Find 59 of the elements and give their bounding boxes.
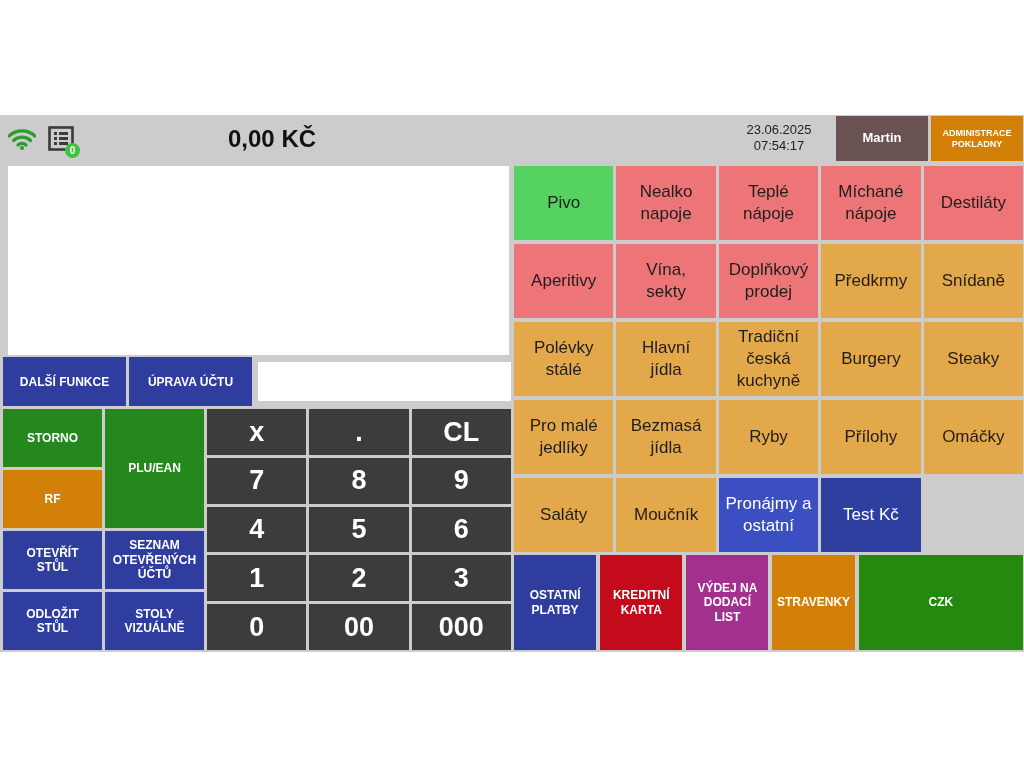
keypad-key[interactable]: . <box>309 409 409 455</box>
list-icon[interactable] <box>48 126 74 152</box>
category-button[interactable]: Míchané nápoje <box>821 166 921 240</box>
payment-button[interactable]: VÝDEJ NA DODACÍ LIST <box>686 555 769 650</box>
category-button[interactable]: Omáčky <box>923 400 1023 474</box>
keypad-key[interactable]: 3 <box>411 555 511 602</box>
date-text: 23.06.2025 <box>745 122 813 138</box>
category-button[interactable]: Vína, sekty <box>616 244 716 318</box>
category-button[interactable]: Tradiční česká kuchyně <box>718 322 819 396</box>
category-button[interactable]: Přílohy <box>821 400 921 474</box>
payment-button[interactable]: OSTATNÍ PLATBY <box>514 555 597 650</box>
category-button[interactable]: Teplé nápoje <box>718 166 819 240</box>
user-button[interactable]: Martin <box>836 116 928 161</box>
category-button[interactable]: Aperitivy <box>514 244 614 318</box>
category-button[interactable]: Hlavní jídla <box>616 322 716 396</box>
category-button[interactable]: Destiláty <box>923 166 1023 240</box>
category-button[interactable]: Saláty <box>514 478 614 552</box>
category-button[interactable]: Steaky <box>923 322 1023 396</box>
category-button[interactable]: Burgery <box>821 322 921 396</box>
function-button[interactable]: ÚPRAVA ÚČTU <box>129 357 252 406</box>
category-button[interactable]: Pro malé jedlíky <box>514 400 614 474</box>
action-button[interactable]: STORNO <box>3 409 102 467</box>
category-button[interactable]: Pronájmy a ostatní <box>718 478 819 552</box>
total-amount: 0,00 KČ <box>228 124 317 154</box>
action-button[interactable]: OTEVŘÍT STŮL <box>3 531 102 589</box>
payment-button[interactable]: KREDITNÍ KARTA <box>600 555 683 650</box>
category-button[interactable]: Moučník <box>616 478 716 552</box>
keypad-key[interactable]: x <box>207 409 307 455</box>
action-button[interactable]: STOLY VIZUÁLNĚ <box>105 592 204 650</box>
keypad-key[interactable]: 8 <box>309 457 409 504</box>
category-button[interactable]: Předkrmy <box>821 244 921 318</box>
keypad-key[interactable]: 4 <box>207 506 307 553</box>
keypad-key[interactable]: 6 <box>411 506 511 553</box>
category-button[interactable]: Doplňkový prodej <box>718 244 819 318</box>
category-button[interactable]: Pivo <box>514 166 614 240</box>
keypad-key[interactable]: 0 <box>207 604 307 650</box>
category-button[interactable]: Nealko napoje <box>616 166 716 240</box>
keypad-key[interactable]: CL <box>411 409 511 455</box>
category-button[interactable]: Test Kč <box>821 478 921 552</box>
keypad-key[interactable]: 000 <box>411 604 511 650</box>
entry-field[interactable] <box>258 362 511 401</box>
category-button[interactable]: Snídaně <box>923 244 1023 318</box>
keypad-key[interactable]: 2 <box>309 555 409 602</box>
payment-button[interactable]: CZK <box>858 555 1023 650</box>
keypad-key[interactable]: 00 <box>309 604 409 650</box>
keypad-key[interactable]: 1 <box>207 555 307 602</box>
function-button[interactable]: DALŠÍ FUNKCE <box>3 357 126 406</box>
keypad-key[interactable]: 9 <box>411 457 511 504</box>
category-button[interactable]: Ryby <box>718 400 819 474</box>
action-button[interactable]: PLU/EAN <box>105 409 204 528</box>
keypad-key[interactable]: 7 <box>207 457 307 504</box>
action-button[interactable]: ODLOŽIT STŮL <box>3 592 102 650</box>
time-text: 07:54:17 <box>752 138 806 154</box>
category-button[interactable]: Bezmasá jídla <box>616 400 716 474</box>
wifi-icon <box>8 127 36 150</box>
action-button[interactable]: SEZNAM OTEVŘENÝCH ÚČTŮ <box>105 531 204 589</box>
count-badge: 0 <box>65 143 80 158</box>
category-button[interactable]: Polévky stálé <box>514 322 614 396</box>
keypad-key[interactable]: 5 <box>309 506 409 553</box>
